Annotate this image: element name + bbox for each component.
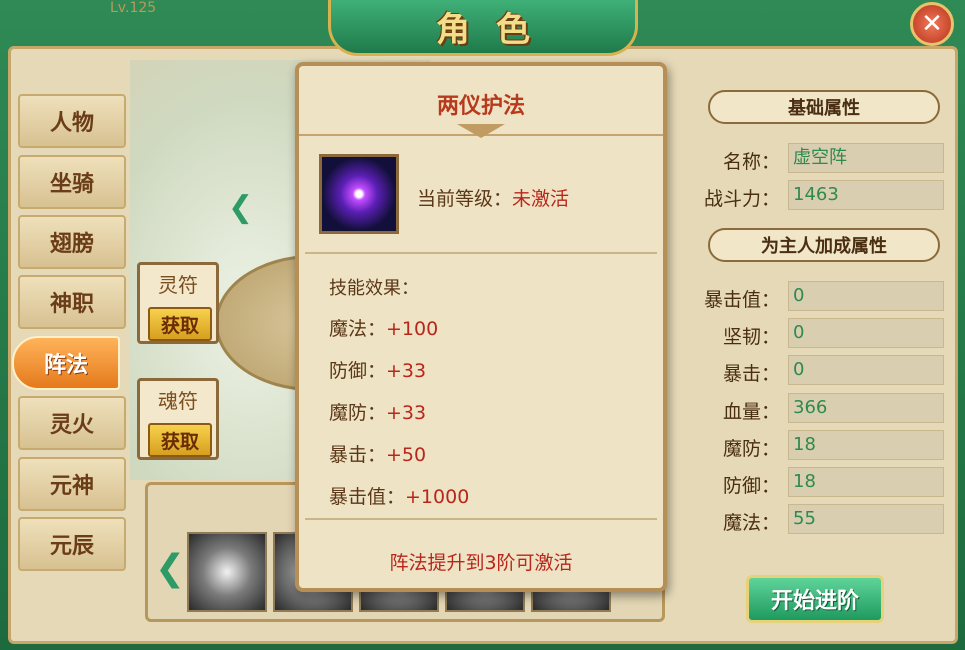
tab-character[interactable]: 人物: [18, 94, 126, 148]
tab-label: 神职: [49, 292, 94, 317]
level-value: 未激活: [512, 188, 570, 210]
attr-value: 0: [788, 318, 944, 348]
tab-label: 元辰: [49, 534, 94, 559]
title-banner: 角色: [328, 0, 638, 56]
attr-value: 1463: [788, 180, 944, 210]
close-icon: ✕: [921, 9, 943, 39]
close-button[interactable]: ✕: [910, 2, 954, 46]
attr-label: 暴击值：: [703, 289, 780, 311]
tab-label: 翅膀: [49, 232, 94, 257]
attr-value: 18: [788, 430, 944, 460]
attr-label: 名称：: [722, 151, 780, 173]
effects-heading: 技能效果：: [329, 278, 419, 299]
effect-label: 暴击值：: [329, 486, 406, 508]
attr-label: 魔法：: [722, 512, 780, 534]
tooltip-header: 两仪护法: [299, 66, 663, 138]
talisman-label: 魂符: [158, 389, 198, 413]
attr-value: 虚空阵: [788, 143, 944, 173]
divider: [305, 252, 657, 254]
chevron-left-icon[interactable]: ❮: [228, 190, 253, 225]
formation-orb-icon: [319, 154, 399, 234]
effect-row: 防御：+33: [329, 356, 426, 383]
effect-label: 暴击：: [329, 444, 387, 466]
attr-label: 暴击：: [722, 363, 780, 385]
tab-label: 灵火: [49, 413, 94, 438]
attr-label: 战斗力：: [703, 188, 780, 210]
effect-label: 魔防：: [329, 402, 387, 424]
talisman-label: 灵符: [158, 273, 198, 297]
unlock-hint: 阵法提升到3阶可激活: [389, 552, 573, 574]
divider: [305, 518, 657, 520]
attr-label: 防御：: [722, 475, 780, 497]
tab-label: 人物: [49, 111, 94, 136]
effect-value: +33: [386, 402, 427, 424]
level-tag: Lv.125: [110, 0, 157, 16]
attr-label: 坚韧：: [722, 326, 780, 348]
tab-formation[interactable]: 阵法: [12, 336, 120, 390]
effect-value: +50: [386, 444, 427, 466]
tab-mount[interactable]: 坐骑: [18, 155, 126, 209]
attr-label: 魔防：: [722, 438, 780, 460]
chevron-left-icon[interactable]: ❮: [155, 548, 185, 589]
attr-value: 55: [788, 504, 944, 534]
tab-yuanchen[interactable]: 元辰: [18, 517, 126, 571]
tab-label: 元神: [49, 474, 94, 499]
ornament-icon: [457, 124, 505, 138]
attr-value: 0: [788, 281, 944, 311]
level-row: 当前等级：未激活: [417, 184, 569, 211]
skill-tooltip: 两仪护法 当前等级：未激活 技能效果： 魔法：+100 防御：+33 魔防：+3…: [295, 62, 667, 592]
attr-value: 18: [788, 467, 944, 497]
tab-spirit-fire[interactable]: 灵火: [18, 396, 126, 450]
tab-label: 坐骑: [49, 172, 94, 197]
effect-value: +100: [386, 318, 439, 340]
start-advance-button[interactable]: 开始进阶: [746, 575, 884, 623]
level-label: 当前等级：: [417, 188, 513, 210]
tab-primordial-spirit[interactable]: 元神: [18, 457, 126, 511]
tooltip-title: 两仪护法: [436, 94, 525, 119]
page-title: 角色: [436, 10, 556, 50]
effect-label: 魔法：: [329, 318, 387, 340]
base-attrs-heading: 基础属性: [708, 90, 940, 124]
effect-row: 魔法：+100: [329, 314, 438, 341]
effect-value: +1000: [405, 486, 470, 508]
obtain-button[interactable]: 获取: [148, 307, 212, 341]
formation-slot[interactable]: [187, 532, 267, 612]
tab-divine-role[interactable]: 神职: [18, 275, 126, 329]
effect-row: 暴击：+50: [329, 440, 426, 467]
attr-value: 366: [788, 393, 944, 423]
attr-label: 血量：: [722, 401, 780, 423]
effect-value: +33: [386, 360, 427, 382]
effect-row: 暴击值：+1000: [329, 482, 469, 509]
tab-label: 阵法: [43, 353, 88, 378]
talisman-soul: 魂符 获取: [137, 378, 219, 460]
effect-row: 魔防：+33: [329, 398, 426, 425]
obtain-button[interactable]: 获取: [148, 423, 212, 457]
bonus-attrs-heading: 为主人加成属性: [708, 228, 940, 262]
effect-label: 防御：: [329, 360, 387, 382]
tab-wings[interactable]: 翅膀: [18, 215, 126, 269]
attr-value: 0: [788, 355, 944, 385]
talisman-spirit: 灵符 获取: [137, 262, 219, 344]
